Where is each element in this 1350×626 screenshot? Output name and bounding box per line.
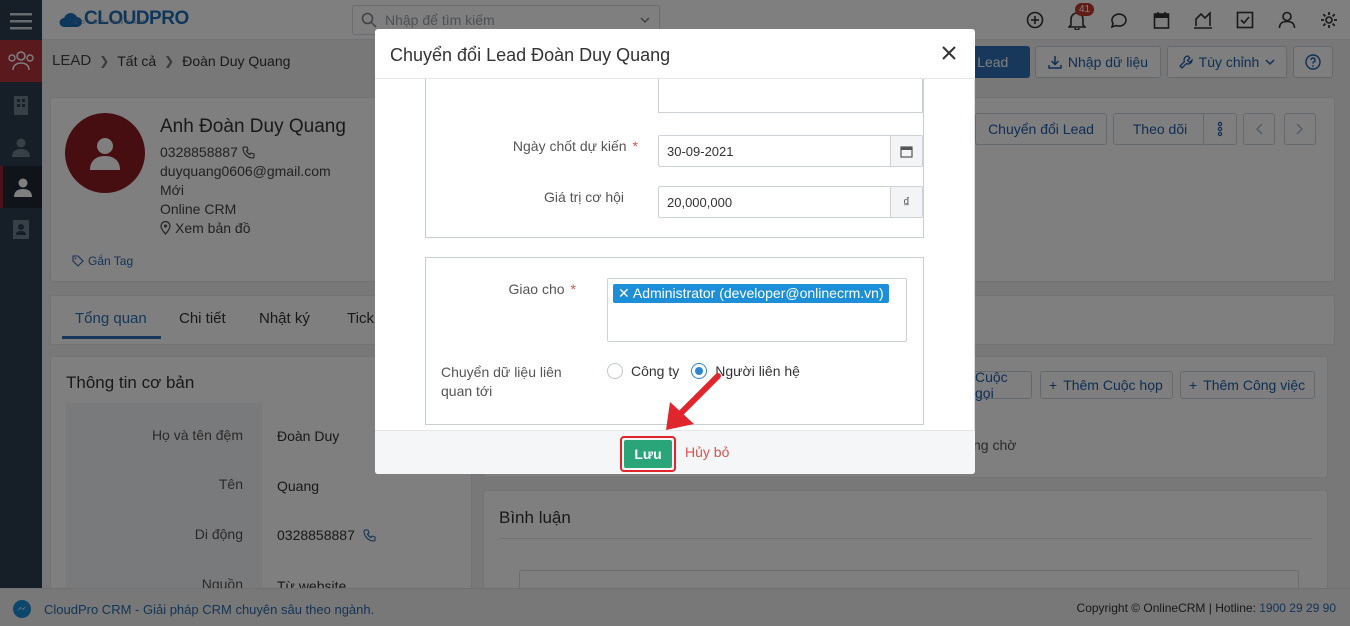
close-date-input[interactable]: 30-09-2021 — [658, 135, 923, 167]
calendar-icon[interactable] — [890, 136, 922, 166]
modal-footer: Lưu Hủy bỏ — [375, 430, 975, 474]
transfer-label-line1: Chuyển dữ liệu liên — [441, 364, 562, 380]
modal-title: Chuyển đổi Lead Đoàn Duy Quang — [390, 45, 671, 65]
save-highlight: Lưu — [620, 436, 676, 472]
save-button[interactable]: Lưu — [624, 440, 672, 468]
annotation-arrow-icon — [666, 373, 721, 430]
transfer-label: Chuyển dữ liệu liên quan tới — [441, 363, 562, 401]
assignee-chip: ✕ Administrator (developer@onlinecrm.vn) — [613, 284, 889, 303]
radio-company[interactable] — [607, 363, 623, 379]
close-icon[interactable] — [939, 43, 959, 63]
required-marker: * — [570, 281, 576, 297]
assignee-name: Administrator (developer@onlinecrm.vn) — [632, 285, 884, 301]
required-marker: * — [632, 138, 638, 154]
scrolled-input[interactable] — [658, 79, 923, 113]
close-date-value: 30-09-2021 — [667, 143, 734, 159]
assign-label: Giao cho * — [426, 281, 577, 297]
opportunity-value: 20,000,000 — [667, 194, 733, 210]
transfer-label-line2: quan tới — [441, 383, 493, 399]
close-date-label-text: Ngày chốt dự kiến — [512, 138, 627, 154]
close-date-label: Ngày chốt dự kiến * — [426, 138, 638, 154]
modal-header: Chuyển đổi Lead Đoàn Duy Quang — [375, 29, 975, 79]
radio-contact-label[interactable]: Người liên hệ — [715, 363, 800, 379]
currency-addon: ₫ — [890, 187, 922, 217]
assign-label-text: Giao cho — [508, 281, 565, 297]
cancel-button[interactable]: Hủy bỏ — [685, 444, 729, 460]
opportunity-panel: Ngày chốt dự kiến * 30-09-2021 Giá trị cơ… — [425, 79, 924, 238]
opportunity-value-input[interactable]: 20,000,000 ₫ — [658, 186, 923, 218]
assignee-select[interactable]: ✕ Administrator (developer@onlinecrm.vn) — [607, 278, 907, 342]
remove-assignee-icon[interactable]: ✕ — [618, 285, 633, 301]
opportunity-value-label: Giá trị cơ hội — [544, 189, 624, 205]
